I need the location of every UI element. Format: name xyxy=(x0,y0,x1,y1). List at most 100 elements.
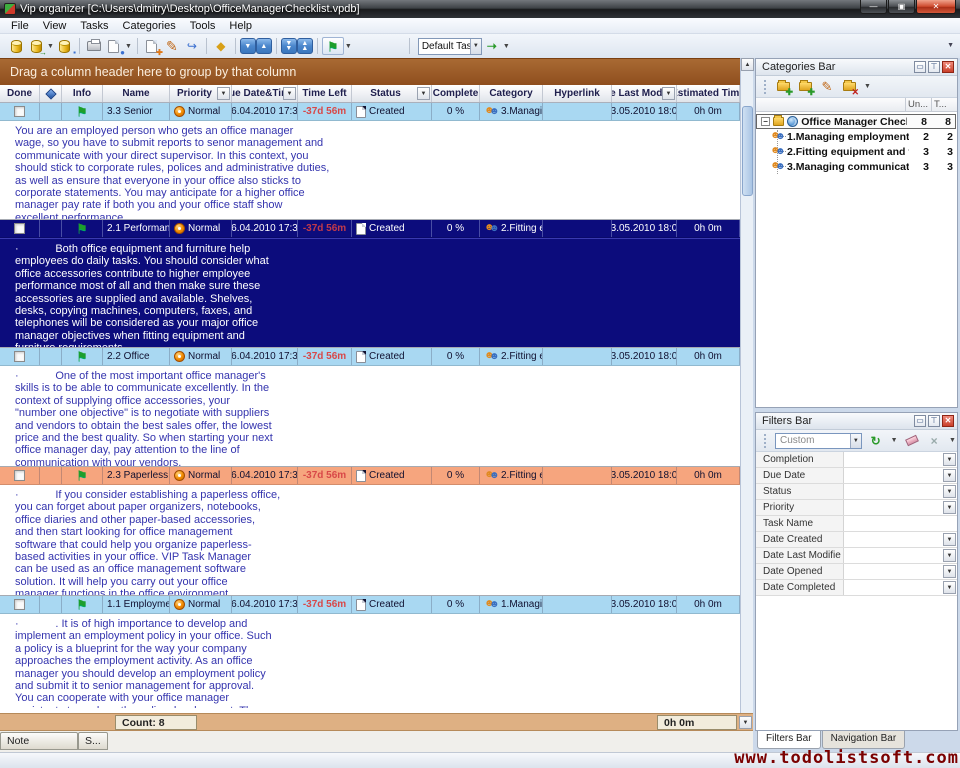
filter-dropdown-icon[interactable]: ▼ xyxy=(943,453,956,466)
tag-icon[interactable]: ◆ xyxy=(212,37,230,55)
menu-file[interactable]: File xyxy=(4,18,36,34)
filter-value[interactable] xyxy=(844,484,942,499)
column-header-date-modified[interactable]: te Last Modifi▼ xyxy=(612,85,677,102)
priority-filter-dropdown-icon[interactable]: ▼ xyxy=(217,87,230,100)
group-by-bar[interactable]: Drag a column header here to group by th… xyxy=(0,58,740,85)
move-bottom-icon[interactable]: ▼▼ xyxy=(281,38,297,54)
task-done-checkbox[interactable] xyxy=(14,351,25,362)
scroll-up-icon[interactable]: ▲ xyxy=(741,58,754,71)
column-header-info[interactable]: Info xyxy=(62,85,103,102)
filter-value[interactable] xyxy=(844,516,957,531)
scrollbar-thumb[interactable] xyxy=(742,106,753,196)
open-database-dropdown-icon[interactable]: ▼ xyxy=(47,43,54,50)
task-row[interactable]: ⚑ 2.2 Office Normal 06.04.2010 17:33 -37… xyxy=(0,348,740,366)
column-header-done[interactable]: Done xyxy=(0,85,40,102)
new-database-icon[interactable] xyxy=(7,37,25,55)
clear-filter-icon[interactable] xyxy=(905,434,921,448)
task-done-checkbox[interactable] xyxy=(14,470,25,481)
print-icon[interactable] xyxy=(85,37,103,55)
tree-root-office-manager-checklist[interactable]: − Office Manager Checklist 8 8 xyxy=(756,114,956,129)
new-task-icon[interactable]: ✚ xyxy=(143,37,161,55)
filter-dropdown-icon[interactable]: ▼ xyxy=(943,581,956,594)
filter-value[interactable] xyxy=(844,452,942,467)
tab-filters-bar[interactable]: Filters Bar xyxy=(757,731,821,749)
tree-item-fitting-equipment[interactable]: ☻☻ 2.Fitting equipment and fu 3 3 xyxy=(756,144,957,159)
task-row[interactable]: ⚑ 1.1 Employment Normal 06.04.2010 17:33… xyxy=(0,596,740,614)
task-description[interactable]: · Both office equipment and furniture he… xyxy=(0,238,740,348)
filter-value[interactable] xyxy=(844,580,942,595)
filter-value[interactable] xyxy=(844,500,942,515)
column-header-time-left[interactable]: Time Left xyxy=(298,85,352,102)
task-view-dropdown-icon[interactable]: ▼ xyxy=(470,39,481,54)
filter-dropdown-icon[interactable]: ▼ xyxy=(943,501,956,514)
tab-note[interactable]: Note xyxy=(0,732,78,750)
menu-tasks[interactable]: Tasks xyxy=(73,18,115,34)
move-down-icon[interactable]: ▼ xyxy=(240,38,256,54)
menu-help[interactable]: Help xyxy=(222,18,259,34)
print-dropdown-icon[interactable]: ▼ xyxy=(125,43,132,50)
task-row[interactable]: ⚑ 3.3 Senior Normal 06.04.2010 17:33 -37… xyxy=(0,103,740,121)
categories-toolbar-dropdown-icon[interactable]: ▼ xyxy=(864,83,871,90)
column-header-estimated-time[interactable]: Estimated Time xyxy=(677,85,740,102)
panel-pin-icon[interactable]: ⊤ xyxy=(928,415,940,427)
column-header-status[interactable]: Status▼ xyxy=(352,85,432,102)
filter-dropdown-icon[interactable]: ▼ xyxy=(943,485,956,498)
remove-filter-icon[interactable]: × xyxy=(926,434,942,448)
add-subcategory-icon[interactable]: ✚ xyxy=(797,80,813,94)
filter-dropdown-icon[interactable]: ▼ xyxy=(943,533,956,546)
filter-dropdown-icon[interactable]: ▼ xyxy=(943,565,956,578)
task-description[interactable]: · . It is of high importance to develop … xyxy=(0,614,740,708)
due-filter-dropdown-icon[interactable]: ▼ xyxy=(283,87,296,100)
task-description[interactable]: You are an employed person who gets an o… xyxy=(0,121,740,220)
panel-pin-icon[interactable]: ⊤ xyxy=(928,61,940,73)
filter-value[interactable] xyxy=(844,548,942,563)
filter-preset-dropdown-icon[interactable]: ▼ xyxy=(850,434,861,448)
filter-dropdown-icon[interactable]: ▼ xyxy=(943,469,956,482)
move-top-icon[interactable]: ▲▲ xyxy=(297,38,313,54)
filter-preset-combobox[interactable]: Custom ▼ xyxy=(775,433,862,449)
view-dropdown-icon[interactable]: ▼ xyxy=(503,43,510,50)
column-total[interactable]: T... xyxy=(931,98,957,111)
column-header-hyperlink[interactable]: Hyperlink xyxy=(543,85,612,102)
column-header-category[interactable]: Category xyxy=(480,85,543,102)
save-database-icon[interactable]: ▪ xyxy=(56,37,74,55)
tree-item-managing-employment[interactable]: ☻☻ 1.Managing employment a 2 2 xyxy=(756,129,957,144)
filter-value[interactable] xyxy=(844,468,942,483)
filter-value[interactable] xyxy=(844,564,942,579)
minimize-button[interactable]: — xyxy=(860,0,887,14)
status-filter-dropdown-icon[interactable]: ▼ xyxy=(417,87,430,100)
filters-toolbar-dropdown-icon[interactable]: ▼ xyxy=(949,437,956,444)
delete-category-icon[interactable]: ✕ xyxy=(841,80,857,94)
apply-view-icon[interactable]: ➝ xyxy=(483,37,501,55)
tree-item-managing-communication[interactable]: ☻☻ 3.Managing communicatio 3 3 xyxy=(756,159,957,174)
task-row-highlighted[interactable]: ⚑ 2.3 Paperless Normal 06.04.2010 17:33 … xyxy=(0,467,740,485)
insert-task-icon[interactable]: ↪ xyxy=(183,37,201,55)
column-header-sort[interactable] xyxy=(40,85,62,102)
close-button[interactable]: ✕ xyxy=(916,0,956,14)
print-preview-icon[interactable]: ● xyxy=(105,37,123,55)
edit-category-icon[interactable]: ✎ xyxy=(819,80,835,94)
flag-dropdown-icon[interactable]: ▼ xyxy=(345,43,352,50)
panel-restore-icon[interactable]: ▭ xyxy=(914,415,926,427)
column-unread[interactable]: Un... xyxy=(905,98,931,111)
task-row-selected[interactable]: ⚑ 2.1 Performance Normal 06.04.2010 17:3… xyxy=(0,220,740,238)
column-header-due-date[interactable]: ue Date&Tim▼ xyxy=(232,85,298,102)
apply-filter-dropdown-icon[interactable]: ▼ xyxy=(891,437,898,444)
panel-restore-icon[interactable]: ▭ xyxy=(914,61,926,73)
menu-view[interactable]: View xyxy=(36,18,74,34)
modified-filter-dropdown-icon[interactable]: ▼ xyxy=(662,87,675,100)
filter-dropdown-icon[interactable]: ▼ xyxy=(943,549,956,562)
move-up-icon[interactable]: ▲ xyxy=(256,38,272,54)
open-database-icon[interactable]: → xyxy=(27,37,45,55)
task-view-combobox[interactable]: Default Task V ▼ xyxy=(418,38,482,55)
tab-navigation-bar[interactable]: Navigation Bar xyxy=(822,731,906,749)
collapse-icon[interactable]: − xyxy=(761,117,770,126)
maximize-button[interactable]: ▣ xyxy=(888,0,915,14)
filter-value[interactable] xyxy=(844,532,942,547)
column-header-name[interactable]: Name xyxy=(103,85,170,102)
flag-view-icon[interactable]: ⚑ xyxy=(322,37,344,55)
menu-categories[interactable]: Categories xyxy=(116,18,183,34)
toolbar-overflow-icon[interactable]: ▼ xyxy=(947,42,954,49)
task-done-checkbox[interactable] xyxy=(14,223,25,234)
grid-vertical-scrollbar[interactable]: ▲ xyxy=(740,58,753,713)
